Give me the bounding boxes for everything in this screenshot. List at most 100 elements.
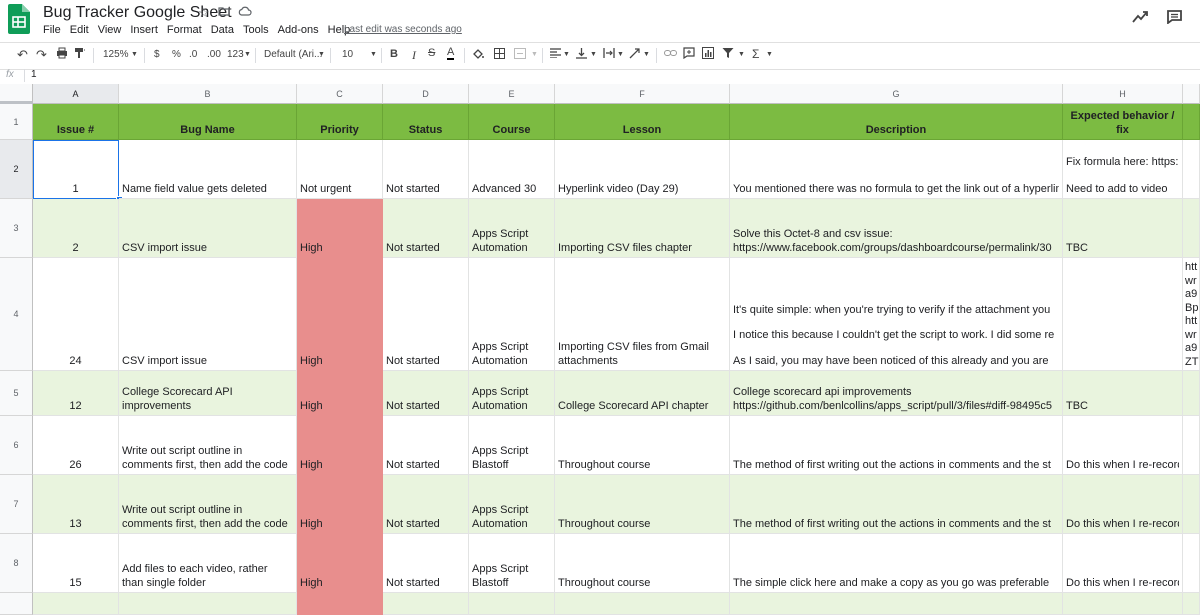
column-header-b[interactable]: B	[119, 84, 297, 104]
cell-status[interactable]	[383, 593, 469, 615]
strikethrough-icon[interactable]: S	[428, 47, 435, 59]
column-header-g[interactable]: G	[730, 84, 1063, 104]
cell-description[interactable]: The simple click here and make a copy as…	[730, 534, 1063, 593]
cell-lesson[interactable]: Hyperlink video (Day 29)	[555, 140, 730, 199]
cell-status[interactable]: Not started	[383, 371, 469, 416]
column-header-a[interactable]: A	[33, 84, 119, 104]
comment-icon[interactable]	[1167, 10, 1182, 28]
cell-lesson[interactable]: Importing CSV files from Gmail attachment…	[555, 258, 730, 371]
text-rotation-icon[interactable]	[629, 47, 641, 62]
cell-expected[interactable]: Fix formula here: https: Need to add to v…	[1063, 140, 1183, 199]
cell-course[interactable]: Apps Script Automation	[469, 258, 555, 371]
cell-status[interactable]: Not started	[383, 534, 469, 593]
cell-priority[interactable]: High	[297, 416, 383, 475]
insert-comment-icon[interactable]	[683, 47, 695, 62]
cell-description[interactable]: The method of first writing out the acti…	[730, 416, 1063, 475]
last-edit-link[interactable]: Last edit was seconds ago	[344, 24, 462, 35]
cell-expected[interactable]: Do this when I re-record	[1063, 416, 1183, 475]
decrease-decimal-button[interactable]: .0	[189, 49, 197, 60]
menu-view[interactable]: View	[98, 24, 122, 36]
cell-bug-name[interactable]: CSV import issue	[119, 199, 297, 258]
cell-bug-name[interactable]: Name field value gets deleted	[119, 140, 297, 199]
cell-expected[interactable]	[1063, 593, 1183, 615]
cell-expected[interactable]	[1063, 258, 1183, 371]
cell-expected[interactable]: TBC	[1063, 371, 1183, 416]
undo-icon[interactable]: ↶	[17, 47, 28, 63]
cell-course[interactable]	[469, 593, 555, 615]
text-color-button[interactable]: A	[447, 46, 455, 60]
cell-course[interactable]: Apps Script Automation	[469, 475, 555, 534]
row-header-4[interactable]: 4	[0, 258, 33, 371]
font-family-select[interactable]: Default (Ari...	[264, 49, 322, 60]
cell-lesson[interactable]: Importing CSV files chapter	[555, 199, 730, 258]
filter-icon[interactable]	[722, 47, 734, 62]
cell-bug-name[interactable]: College Scorecard API improvements	[119, 371, 297, 416]
vertical-align-icon[interactable]	[576, 47, 587, 62]
cell-status[interactable]: Not started	[383, 199, 469, 258]
cell-status[interactable]: Not started	[383, 416, 469, 475]
borders-icon[interactable]	[494, 48, 505, 62]
column-header-e[interactable]: E	[469, 84, 555, 104]
cell-description[interactable]: Solve this Octet-8 and csv issue: https:/…	[730, 199, 1063, 258]
cell-i[interactable]	[1183, 371, 1200, 416]
cell-priority[interactable]	[297, 593, 383, 615]
cell-description[interactable]	[730, 593, 1063, 615]
cell-i[interactable]	[1183, 199, 1200, 258]
star-icon[interactable]: ☆	[198, 5, 210, 21]
zoom-select[interactable]: 125%	[103, 49, 129, 60]
cell-description[interactable]: College scorecard api improvements https:…	[730, 371, 1063, 416]
row-header-2[interactable]: 2	[0, 140, 33, 199]
cell-course[interactable]: Apps Script Blastoff	[469, 416, 555, 475]
cell-priority[interactable]: High	[297, 199, 383, 258]
cell-i[interactable]	[1183, 140, 1200, 199]
cell-lesson[interactable]: Throughout course	[555, 534, 730, 593]
cell-issue[interactable]: 15	[33, 534, 119, 593]
column-header-f[interactable]: F	[555, 84, 730, 104]
cell-bug-name[interactable]	[119, 593, 297, 615]
formula-input[interactable]: 1	[31, 69, 37, 80]
cell-description[interactable]: The method of first writing out the acti…	[730, 475, 1063, 534]
cell-course[interactable]: Apps Script Automation	[469, 371, 555, 416]
cell-lesson[interactable]	[555, 593, 730, 615]
menu-edit[interactable]: Edit	[70, 24, 89, 36]
redo-icon[interactable]: ↷	[36, 47, 47, 63]
text-wrapping-icon[interactable]	[603, 47, 615, 62]
cell-i[interactable]: htt wr a9 Bp htt wr a9 ZT	[1183, 258, 1200, 371]
cell-expected[interactable]: Do this when I re-record	[1063, 534, 1183, 593]
cell-description[interactable]: You mentioned there was no formula to ge…	[730, 140, 1063, 199]
horizontal-align-icon[interactable]	[550, 48, 561, 61]
header-cell-issue[interactable]: Issue #	[33, 104, 119, 140]
cell-issue[interactable]: 13	[33, 475, 119, 534]
column-header-c[interactable]: C	[297, 84, 383, 104]
cell-bug-name[interactable]: Add files to each video, rather than sing…	[119, 534, 297, 593]
row-header-3[interactable]: 3	[0, 199, 33, 258]
cell-status[interactable]: Not started	[383, 475, 469, 534]
row-header-1[interactable]: 1	[0, 104, 33, 140]
header-cell-lesson[interactable]: Lesson	[555, 104, 730, 140]
print-icon[interactable]	[56, 47, 68, 62]
cell-issue[interactable]: 1	[33, 140, 119, 199]
cell-i[interactable]	[1183, 475, 1200, 534]
cell-priority[interactable]: High	[297, 475, 383, 534]
move-folder-icon[interactable]	[218, 5, 230, 21]
menu-file[interactable]: File	[43, 24, 61, 36]
select-all-corner[interactable]	[0, 84, 33, 104]
increase-decimal-button[interactable]: .00	[207, 49, 221, 60]
row-header-8[interactable]: 8	[0, 534, 33, 593]
column-header-h[interactable]: H	[1063, 84, 1183, 104]
cell-lesson[interactable]: College Scorecard API chapter	[555, 371, 730, 416]
header-cell-status[interactable]: Status	[383, 104, 469, 140]
cell-course[interactable]: Apps Script Blastoff	[469, 534, 555, 593]
insert-chart-icon[interactable]	[702, 47, 714, 62]
row-header-9[interactable]	[0, 593, 33, 615]
cell-course[interactable]: Advanced 30	[469, 140, 555, 199]
header-cell-priority[interactable]: Priority	[297, 104, 383, 140]
cell-bug-name[interactable]: CSV import issue	[119, 258, 297, 371]
cell-bug-name[interactable]: Write out script outline in comments firs…	[119, 475, 297, 534]
functions-button[interactable]: Σ	[752, 47, 759, 61]
insert-link-icon[interactable]	[664, 48, 677, 61]
cell-priority[interactable]: High	[297, 258, 383, 371]
column-header-i[interactable]	[1183, 84, 1200, 104]
sheets-logo-icon[interactable]	[8, 4, 30, 34]
cell-issue[interactable]: 2	[33, 199, 119, 258]
